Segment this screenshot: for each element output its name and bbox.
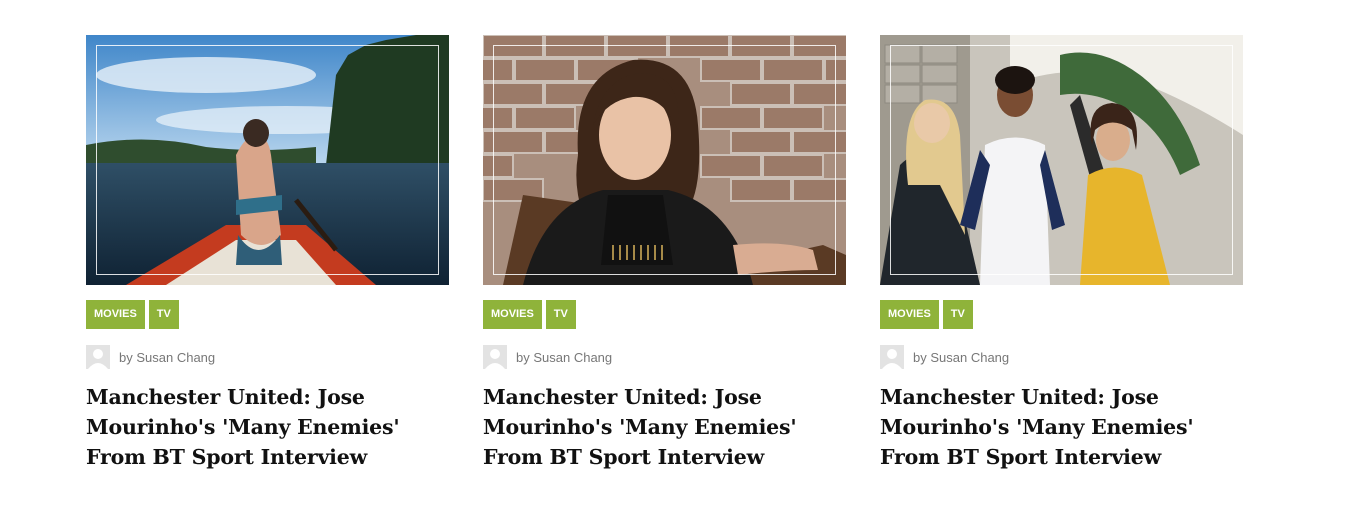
tag-list: MOVIES TV	[880, 300, 1243, 329]
post-card: MOVIES TV by Susan Chang Manchester Unit…	[483, 35, 846, 472]
tag-tv[interactable]: TV	[545, 300, 576, 329]
post-title-link[interactable]: Manchester United: Jose Mourinho's 'Many…	[483, 385, 797, 469]
post-grid: MOVIES TV by Susan Chang Manchester Unit…	[86, 35, 1243, 472]
tag-tv[interactable]: TV	[148, 300, 179, 329]
woman-brick-wall-photo	[483, 35, 846, 285]
author-link[interactable]: Susan Chang	[533, 350, 612, 365]
post-title: Manchester United: Jose Mourinho's 'Many…	[483, 382, 846, 472]
post-meta: by Susan Chang	[86, 345, 449, 369]
by-label: by	[913, 349, 927, 365]
post-title: Manchester United: Jose Mourinho's 'Many…	[880, 382, 1243, 472]
post-thumbnail-link[interactable]	[483, 35, 846, 285]
user-placeholder-icon	[882, 349, 902, 369]
tag-list: MOVIES TV	[483, 300, 846, 329]
post-meta: by Susan Chang	[483, 345, 846, 369]
tag-movies[interactable]: MOVIES	[483, 300, 542, 329]
author-link[interactable]: Susan Chang	[930, 350, 1009, 365]
post-thumbnail-link[interactable]	[86, 35, 449, 285]
byline: by Susan Chang	[119, 350, 215, 365]
byline: by Susan Chang	[516, 350, 612, 365]
user-placeholder-icon	[485, 349, 505, 369]
tag-movies[interactable]: MOVIES	[86, 300, 145, 329]
avatar	[86, 345, 110, 369]
by-label: by	[119, 349, 133, 365]
post-card: MOVIES TV by Susan Chang Manchester Unit…	[880, 35, 1243, 472]
post-thumbnail-link[interactable]	[880, 35, 1243, 285]
friends-talking-photo	[880, 35, 1243, 285]
post-meta: by Susan Chang	[880, 345, 1243, 369]
avatar	[880, 345, 904, 369]
post-title-link[interactable]: Manchester United: Jose Mourinho's 'Many…	[86, 385, 400, 469]
tag-list: MOVIES TV	[86, 300, 449, 329]
byline: by Susan Chang	[913, 350, 1009, 365]
user-placeholder-icon	[88, 349, 108, 369]
author-link[interactable]: Susan Chang	[136, 350, 215, 365]
post-title: Manchester United: Jose Mourinho's 'Many…	[86, 382, 449, 472]
post-card: MOVIES TV by Susan Chang Manchester Unit…	[86, 35, 449, 472]
post-title-link[interactable]: Manchester United: Jose Mourinho's 'Many…	[880, 385, 1194, 469]
by-label: by	[516, 349, 530, 365]
tag-tv[interactable]: TV	[942, 300, 973, 329]
canoe-lake-photo	[86, 35, 449, 285]
avatar	[483, 345, 507, 369]
tag-movies[interactable]: MOVIES	[880, 300, 939, 329]
